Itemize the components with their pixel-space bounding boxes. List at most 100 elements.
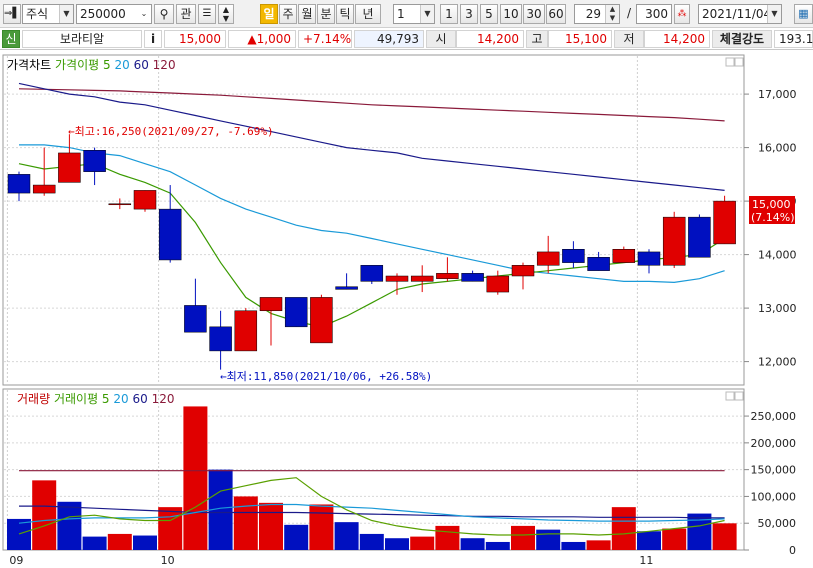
volume-bar[interactable] xyxy=(107,533,132,550)
gwan-button[interactable]: 관 xyxy=(176,4,196,24)
volume-bar[interactable] xyxy=(536,529,561,550)
candle-up[interactable] xyxy=(713,200,736,245)
candle-up[interactable] xyxy=(436,273,459,279)
volume-bar[interactable] xyxy=(158,507,183,550)
volume-bar[interactable] xyxy=(712,523,737,550)
legend-price-ma60[interactable]: 60 xyxy=(134,58,149,72)
period-minute[interactable]: 분 xyxy=(317,4,335,24)
volume-bar[interactable] xyxy=(7,518,31,550)
candle-down[interactable] xyxy=(7,174,31,194)
candle-up[interactable] xyxy=(234,310,258,352)
candle-up[interactable] xyxy=(133,190,157,210)
step-3[interactable]: 3 xyxy=(460,4,478,24)
candle-up[interactable] xyxy=(486,275,510,293)
volume-bar[interactable] xyxy=(561,541,586,550)
price-panel-maximize-icon[interactable] xyxy=(725,57,735,67)
link-icon[interactable]: ⇒▌ xyxy=(3,4,21,24)
chart-icon[interactable]: ▦ xyxy=(794,4,813,24)
volume-bar[interactable] xyxy=(637,531,661,550)
step-30[interactable]: 30 xyxy=(523,4,545,24)
volume-bar[interactable] xyxy=(385,538,409,550)
volume-bar[interactable] xyxy=(359,533,384,550)
candle-up[interactable] xyxy=(536,251,560,266)
legend-price-ma5[interactable]: 가격이평 5 xyxy=(55,58,111,72)
period-week[interactable]: 주 xyxy=(279,4,297,24)
volume-panel-maximize-icon[interactable] xyxy=(725,391,735,401)
up-down-spinner[interactable]: ▲ ▼ xyxy=(218,4,234,24)
step-10[interactable]: 10 xyxy=(500,4,522,24)
volume-bar[interactable] xyxy=(485,541,510,550)
refresh-icon[interactable]: ⁂ xyxy=(674,4,690,24)
volume-bar[interactable] xyxy=(57,501,82,550)
period-day[interactable]: 일 xyxy=(260,4,278,24)
stack-icon[interactable]: ☰ xyxy=(198,4,216,24)
candle-down[interactable] xyxy=(184,305,207,333)
volume-bar[interactable] xyxy=(410,536,435,550)
spinner-icon[interactable]: ▲ ▼ xyxy=(605,5,619,23)
market-select[interactable]: 주식 ▼ xyxy=(22,4,74,24)
volume-bar[interactable] xyxy=(511,525,535,550)
volume-panel-close-icon[interactable] xyxy=(734,391,744,401)
candle-up[interactable] xyxy=(662,216,686,266)
legend-volume-ma20[interactable]: 20 xyxy=(113,392,128,406)
volume-bar[interactable] xyxy=(32,480,57,550)
price-legend[interactable]: 가격차트 가격이평 5 20 60 120 xyxy=(7,56,176,73)
candle-up[interactable] xyxy=(511,265,535,277)
step-1[interactable]: 1 xyxy=(440,4,458,24)
stock-name[interactable]: 보라티알 xyxy=(22,30,142,48)
candle-down[interactable] xyxy=(360,265,384,282)
date-select[interactable]: 2021/11/04 ▼ xyxy=(698,4,782,24)
candle-down[interactable] xyxy=(83,150,106,172)
info-icon[interactable]: i xyxy=(144,30,162,48)
candle-up[interactable] xyxy=(259,297,283,312)
candle-up[interactable] xyxy=(310,297,333,344)
volume-bar[interactable] xyxy=(586,540,611,550)
step-60[interactable]: 60 xyxy=(546,4,566,24)
candle-down[interactable] xyxy=(562,249,585,263)
legend-volume-ma60[interactable]: 60 xyxy=(133,392,148,406)
candle-down[interactable] xyxy=(461,273,484,282)
volume-bar[interactable] xyxy=(183,406,208,550)
visible-count-input[interactable]: 29 ▲ ▼ xyxy=(574,4,620,24)
chevron-down-icon[interactable]: ▼ xyxy=(59,5,73,23)
volume-bar[interactable] xyxy=(460,538,485,550)
legend-volume-ma120[interactable]: 120 xyxy=(152,392,175,406)
legend-price-ma120[interactable]: 120 xyxy=(153,58,176,72)
chevron-down-icon[interactable]: ▼ xyxy=(767,5,781,23)
candle-down[interactable] xyxy=(209,326,232,352)
candle-down[interactable] xyxy=(587,257,610,271)
chevron-down-icon[interactable]: ⌄ xyxy=(137,5,151,23)
price-panel-close-icon[interactable] xyxy=(734,57,744,67)
step-5[interactable]: 5 xyxy=(480,4,498,24)
period-tick[interactable]: 틱 xyxy=(336,4,354,24)
volume-bar[interactable] xyxy=(611,507,636,550)
legend-volume[interactable]: 거래량 xyxy=(17,392,50,406)
chart-area[interactable]: 12,000 13,000 14,000 15,000 16,000 17,000 0 50… xyxy=(0,50,813,568)
volume-bar[interactable] xyxy=(233,496,258,550)
volume-bar[interactable] xyxy=(259,502,283,550)
volume-bar[interactable] xyxy=(284,524,309,550)
volume-bar[interactable] xyxy=(309,504,334,550)
volume-legend[interactable]: 거래량 거래이평 5 20 60 120 xyxy=(17,390,175,407)
candle-down[interactable] xyxy=(637,251,661,266)
search-icon[interactable]: ⚲ xyxy=(154,4,174,24)
candle-up[interactable] xyxy=(410,275,434,282)
volume-bar[interactable] xyxy=(662,528,687,550)
volume-bar[interactable] xyxy=(82,536,107,550)
legend-volume-ma5[interactable]: 거래이평 5 xyxy=(54,392,110,406)
volume-bar[interactable] xyxy=(133,535,157,550)
period-year[interactable]: 년 xyxy=(355,4,381,24)
volume-bar[interactable] xyxy=(334,522,359,550)
period-month[interactable]: 월 xyxy=(298,4,316,24)
candle-up[interactable] xyxy=(108,203,132,206)
chevron-down-icon[interactable]: ▼ xyxy=(420,5,434,23)
candle-down[interactable] xyxy=(158,208,182,261)
candle-down[interactable] xyxy=(688,216,711,258)
candle-down[interactable] xyxy=(335,286,358,290)
total-count-input[interactable]: 300 xyxy=(636,4,672,24)
candle-up[interactable] xyxy=(32,184,56,194)
interval-select[interactable]: 1 ▼ xyxy=(393,4,435,24)
legend-price-ma20[interactable]: 20 xyxy=(114,58,129,72)
volume-bar[interactable] xyxy=(435,525,460,550)
candle-up[interactable] xyxy=(612,249,636,263)
